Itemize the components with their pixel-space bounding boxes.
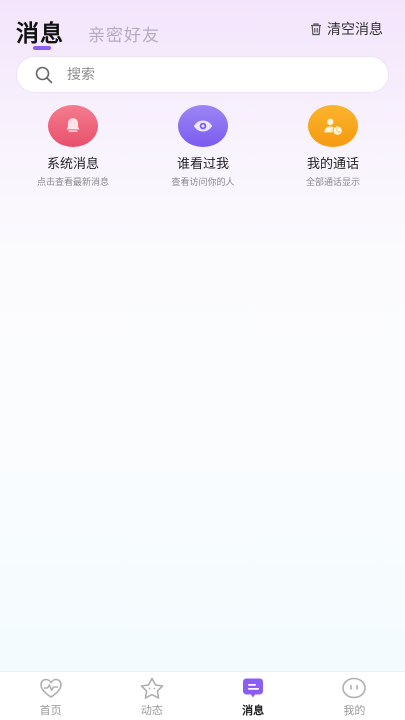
shortcut-who-viewed-me[interactable]: 谁看过我 查看访问你的人	[143, 105, 263, 188]
shortcut-subtitle: 点击查看最新消息	[36, 178, 109, 188]
shortcut-row: 系统消息 点击查看最新消息 谁看过我 查看访问你的人 我的通话 全部通话显示	[0, 105, 405, 190]
search-icon	[35, 66, 53, 83]
message-icon	[243, 678, 264, 698]
nav-label: 消息	[242, 704, 265, 717]
nav-label: 我的	[343, 704, 366, 717]
tab-friends[interactable]: 亲密好友	[88, 21, 160, 46]
search-bar[interactable]	[17, 57, 388, 92]
shortcut-system-messages[interactable]: 系统消息 点击查看最新消息	[13, 105, 133, 188]
clear-messages-button[interactable]: 清空消息	[309, 19, 383, 39]
shortcut-title: 我的通话	[306, 157, 359, 172]
nav-home[interactable]: 首页	[0, 672, 101, 720]
tab-messages[interactable]: 消息	[16, 14, 64, 48]
shortcut-subtitle: 全部通话显示	[305, 178, 360, 188]
nav-label: 动态	[140, 704, 163, 717]
heartbeat-icon	[39, 678, 62, 698]
nav-feed[interactable]: 动态	[101, 672, 202, 720]
clear-messages-label: 清空消息	[327, 22, 383, 38]
top-bar: 消息 亲密好友 清空消息	[0, 0, 405, 52]
nav-label: 首页	[39, 704, 62, 717]
shortcut-subtitle: 查看访问你的人	[171, 178, 235, 188]
shortcut-my-calls[interactable]: 我的通话 全部通话显示	[273, 105, 393, 188]
shortcut-title: 谁看过我	[176, 157, 229, 172]
nav-messages[interactable]: 消息	[203, 672, 304, 720]
face-icon	[342, 677, 367, 699]
contact-call-icon	[308, 105, 358, 147]
star-icon	[140, 677, 164, 699]
nav-mine[interactable]: 我的	[304, 672, 405, 720]
tab-active-indicator	[33, 46, 51, 50]
search-input[interactable]	[65, 65, 349, 84]
shortcut-title: 系统消息	[46, 157, 99, 172]
trash-icon	[311, 23, 321, 36]
bell-icon	[48, 105, 98, 147]
bottom-nav: 首页 动态 消息 我的	[0, 671, 405, 720]
eye-icon	[178, 105, 228, 147]
